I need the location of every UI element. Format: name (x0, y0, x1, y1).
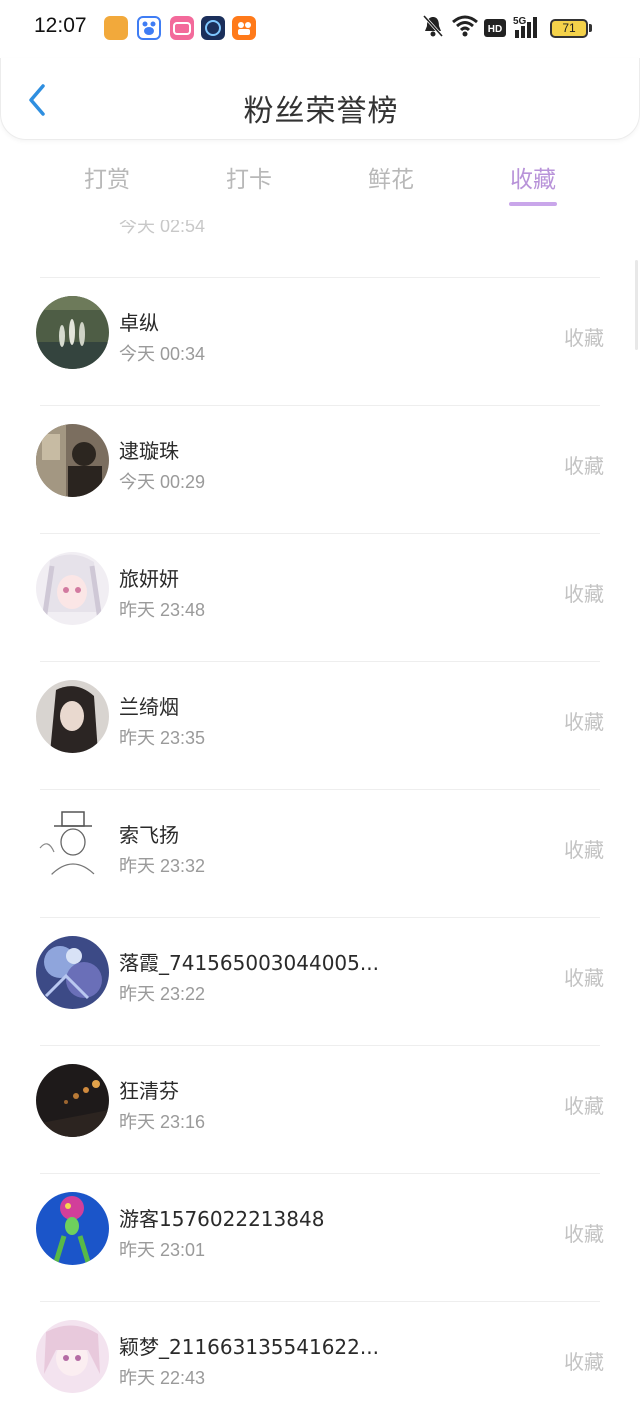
avatar[interactable] (36, 1064, 109, 1137)
status-bar: 12:07 HD 5G 71 (0, 0, 640, 56)
mute-bell-icon (422, 14, 444, 38)
fan-name: 落霞_741565003044005... (119, 951, 379, 975)
list-item[interactable]: 卓纵 今天 00:34 收藏 (0, 278, 640, 406)
list-item[interactable]: 落霞_741565003044005... 昨天 23:22 收藏 (0, 918, 640, 1046)
tab-checkin[interactable]: 打卡 (199, 160, 299, 194)
active-tab-indicator (509, 202, 557, 206)
fan-time: 今天 00:29 (119, 472, 206, 492)
avatar[interactable] (36, 296, 109, 369)
avatar[interactable] (36, 552, 109, 625)
tab-reward[interactable]: 打赏 (57, 160, 157, 194)
favorite-label[interactable]: 收藏 (564, 1090, 604, 1119)
list-item[interactable]: 今天 02:54 (0, 220, 640, 278)
fan-name: 旅妍妍 (119, 567, 179, 591)
svg-text:5G: 5G (513, 16, 527, 27)
tab-favorites[interactable]: 收藏 (483, 160, 583, 194)
fan-name: 游客1576022213848 (119, 1207, 325, 1231)
baidu-app-icon (137, 16, 161, 40)
battery-tip (589, 24, 592, 32)
fan-time: 昨天 23:22 (119, 984, 206, 1004)
fan-time: 今天 02:54 (119, 220, 206, 236)
list-item[interactable]: 游客1576022213848 昨天 23:01 收藏 (0, 1174, 640, 1302)
favorite-label[interactable]: 收藏 (564, 962, 604, 991)
favorite-label[interactable]: 收藏 (564, 706, 604, 735)
battery-indicator: 71 (550, 19, 588, 38)
fan-time: 昨天 23:48 (119, 600, 206, 620)
fan-time: 昨天 23:35 (119, 728, 206, 748)
fan-name: 兰绮烟 (119, 695, 179, 719)
fan-time: 昨天 22:43 (119, 1368, 206, 1388)
list-item[interactable]: 索飞扬 昨天 23:32 收藏 (0, 790, 640, 918)
fan-time: 今天 00:34 (119, 344, 206, 364)
avatar[interactable] (36, 1192, 109, 1265)
page-header: 粉丝荣誉榜 (0, 58, 640, 140)
list-item[interactable]: 旅妍妍 昨天 23:48 收藏 (0, 534, 640, 662)
status-time: 12:07 (34, 14, 87, 37)
scrollbar-thumb[interactable] (635, 260, 638, 350)
favorite-label[interactable]: 收藏 (564, 322, 604, 351)
game-app-icon (104, 16, 128, 40)
compass-app-icon (201, 16, 225, 40)
tab-flowers[interactable]: 鲜花 (341, 160, 441, 194)
avatar[interactable] (36, 424, 109, 497)
fan-time: 昨天 23:32 (119, 856, 206, 876)
avatar[interactable] (36, 808, 109, 881)
fan-time: 昨天 23:16 (119, 1112, 206, 1132)
favorite-label[interactable]: 收藏 (564, 578, 604, 607)
fan-name: 索飞扬 (119, 823, 179, 847)
tab-bar: 打赏 打卡 鲜花 收藏 (0, 150, 640, 220)
favorite-label[interactable]: 收藏 (564, 1346, 604, 1375)
avatar[interactable] (36, 936, 109, 1009)
fan-name: 逮璇珠 (119, 439, 179, 463)
fan-name: 狂清芬 (119, 1079, 179, 1103)
avatar[interactable] (36, 1320, 109, 1393)
fan-list[interactable]: 今天 02:54 卓纵 今天 00:34 收藏 逮璇珠 今天 00:29 收藏 (0, 220, 640, 1422)
kuaishou-app-icon (232, 16, 256, 40)
list-item[interactable]: 颖梦_211663135541622... 昨天 22:43 收藏 (0, 1302, 640, 1422)
signal-5g-icon: 5G (513, 16, 537, 38)
list-item[interactable]: 狂清芬 昨天 23:16 收藏 (0, 1046, 640, 1174)
list-item[interactable]: 逮璇珠 今天 00:29 收藏 (0, 406, 640, 534)
fan-name: 颖梦_211663135541622... (119, 1335, 379, 1359)
bilibili-app-icon (170, 16, 194, 40)
favorite-label[interactable]: 收藏 (564, 1218, 604, 1247)
favorite-label[interactable]: 收藏 (564, 450, 604, 479)
wifi-icon (452, 15, 478, 37)
hd-icon: HD (484, 19, 506, 37)
avatar[interactable] (36, 680, 109, 753)
favorite-label[interactable]: 收藏 (564, 834, 604, 863)
list-item[interactable]: 兰绮烟 昨天 23:35 收藏 (0, 662, 640, 790)
svg-text:HD: HD (488, 24, 502, 35)
fan-time: 昨天 23:01 (119, 1240, 206, 1260)
page-title: 粉丝荣誉榜 (243, 94, 399, 129)
fan-name: 卓纵 (119, 311, 159, 335)
